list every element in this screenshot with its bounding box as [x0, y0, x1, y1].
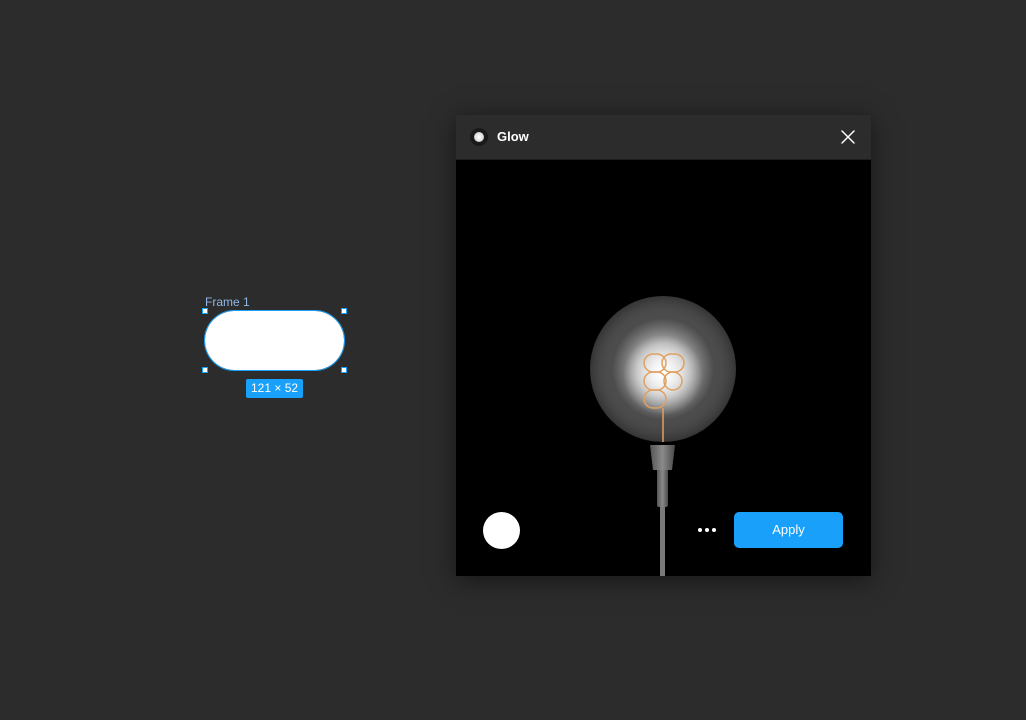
- glow-icon: [470, 128, 488, 146]
- glow-plugin-window: Glow Apply: [456, 115, 871, 576]
- more-horizontal-icon: [705, 528, 709, 532]
- resize-handle-bottom-left[interactable]: [202, 367, 208, 373]
- more-horizontal-icon: [712, 528, 716, 532]
- frame-size-badge: 121 × 52: [246, 379, 304, 398]
- more-horizontal-icon: [698, 528, 702, 532]
- close-button[interactable]: [837, 126, 859, 148]
- frame-name-label[interactable]: Frame 1: [205, 295, 250, 309]
- plugin-titlebar[interactable]: Glow: [456, 115, 871, 160]
- resize-handle-bottom-right[interactable]: [341, 367, 347, 373]
- resize-handle-top-left[interactable]: [202, 308, 208, 314]
- plugin-title: Glow: [497, 129, 529, 144]
- resize-handle-top-right[interactable]: [341, 308, 347, 314]
- glow-preview: Apply: [456, 160, 871, 576]
- selected-frame[interactable]: [202, 308, 347, 373]
- glow-color-swatch[interactable]: [483, 512, 520, 549]
- more-options-button[interactable]: [692, 516, 722, 544]
- apply-button[interactable]: Apply: [734, 512, 843, 548]
- close-icon: [841, 130, 855, 144]
- design-canvas[interactable]: Frame 1 121 × 52 Glow Apply: [0, 0, 1026, 720]
